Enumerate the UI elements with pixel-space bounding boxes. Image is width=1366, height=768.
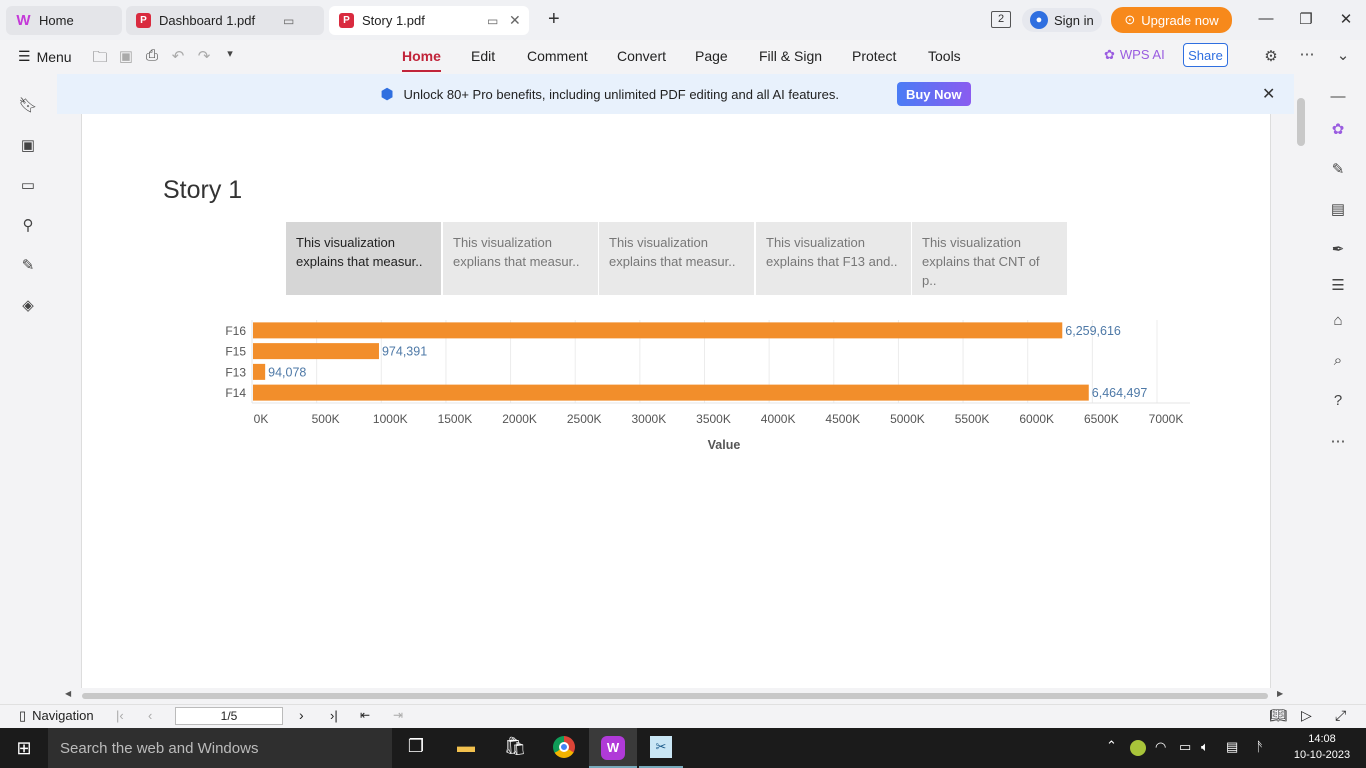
bar bbox=[253, 322, 1063, 339]
bar-chart: 0K 500K 1000K 1500K 2000K 2500K 3000K 3500K 4000… bbox=[225, 320, 1190, 452]
snipping-taskbar-item[interactable]: ✂ bbox=[639, 728, 683, 768]
scroll-left-icon[interactable]: ◀ bbox=[65, 689, 71, 698]
y-category-label: F15 bbox=[225, 345, 246, 359]
snipping-tool-icon: ✂ bbox=[650, 736, 672, 758]
horizontal-scrollbar[interactable]: ◀ ▶ bbox=[57, 688, 1294, 704]
reading-mode-icon[interactable]: 📖︎ bbox=[1269, 707, 1287, 724]
x-tick-label: 7000K bbox=[1149, 412, 1184, 426]
x-tick-label: 0K bbox=[254, 412, 269, 426]
language-icon[interactable]: ᚫ bbox=[1256, 739, 1264, 754]
task-view-icon[interactable]: ❐ bbox=[404, 736, 428, 760]
file-explorer-icon[interactable]: ▬ bbox=[454, 736, 478, 760]
taskbar-clock[interactable]: 14:08 10-10-2023 bbox=[1290, 731, 1354, 763]
x-tick-label: 1000K bbox=[373, 412, 408, 426]
forward-icon[interactable]: ⇥ bbox=[393, 708, 403, 722]
x-axis-title: Value bbox=[708, 438, 741, 452]
chrome-icon[interactable] bbox=[552, 736, 576, 760]
prev-page-icon[interactable]: ‹ bbox=[148, 708, 152, 723]
data-label: 6,464,497 bbox=[1092, 386, 1148, 400]
last-page-icon[interactable]: ›| bbox=[330, 708, 338, 723]
y-category-label: F13 bbox=[225, 365, 246, 379]
data-label: 6,259,616 bbox=[1065, 324, 1121, 338]
x-tick-label: 2000K bbox=[502, 412, 537, 426]
x-tick-label: 3000K bbox=[632, 412, 667, 426]
wps-taskbar-item[interactable]: W bbox=[589, 728, 637, 768]
y-category-label: F16 bbox=[225, 324, 246, 338]
bar bbox=[253, 363, 266, 380]
x-tick-label: 6000K bbox=[1019, 412, 1054, 426]
back-icon[interactable]: ⇤ bbox=[360, 708, 370, 722]
x-tick-label: 4500K bbox=[825, 412, 860, 426]
hscroll-thumb[interactable] bbox=[82, 693, 1268, 699]
panel-icon: ▯ bbox=[19, 708, 27, 723]
clock-time: 14:08 bbox=[1308, 733, 1336, 745]
tray-app-icon[interactable] bbox=[1130, 740, 1146, 756]
x-tick-label: 3500K bbox=[696, 412, 731, 426]
wifi-icon[interactable]: ◠ bbox=[1155, 739, 1166, 755]
notifications-icon[interactable]: ▤ bbox=[1226, 739, 1238, 755]
x-tick-label: 4000K bbox=[761, 412, 796, 426]
x-tick-label: 6500K bbox=[1084, 412, 1119, 426]
navigation-button[interactable]: ▯ Navigation bbox=[19, 708, 94, 724]
battery-icon[interactable]: ▭ bbox=[1179, 739, 1191, 755]
taskbar-search[interactable]: Search the web and Windows bbox=[48, 728, 392, 768]
fullscreen-icon[interactable]: ⤢ bbox=[1335, 707, 1346, 724]
y-category-label: F14 bbox=[225, 386, 246, 400]
first-page-icon[interactable]: |‹ bbox=[116, 708, 124, 723]
x-tick-label: 5500K bbox=[955, 412, 990, 426]
page-number-input[interactable]: 1/5 bbox=[175, 707, 283, 725]
x-tick-label: 5000K bbox=[890, 412, 925, 426]
next-page-icon[interactable]: › bbox=[299, 707, 304, 723]
bar bbox=[253, 384, 1089, 401]
x-tick-label: 2500K bbox=[567, 412, 602, 426]
bar bbox=[253, 343, 379, 360]
x-tick-label: 500K bbox=[312, 412, 340, 426]
volume-icon[interactable]: 🔈︎ bbox=[1201, 739, 1209, 755]
data-label: 94,078 bbox=[268, 365, 306, 379]
scroll-right-icon[interactable]: ▶ bbox=[1277, 689, 1283, 698]
data-label: 974,391 bbox=[382, 345, 427, 359]
windows-start-icon[interactable]: ⊞ bbox=[12, 738, 36, 762]
wps-app-icon: W bbox=[601, 736, 625, 760]
navigation-label: Navigation bbox=[32, 708, 94, 723]
play-icon[interactable]: ▷ bbox=[1301, 707, 1312, 724]
clock-date: 10-10-2023 bbox=[1293, 749, 1351, 761]
store-icon[interactable]: 🛍︎ bbox=[503, 736, 527, 760]
chevron-up-icon[interactable]: ⌃ bbox=[1106, 738, 1117, 754]
x-tick-label: 1500K bbox=[438, 412, 473, 426]
